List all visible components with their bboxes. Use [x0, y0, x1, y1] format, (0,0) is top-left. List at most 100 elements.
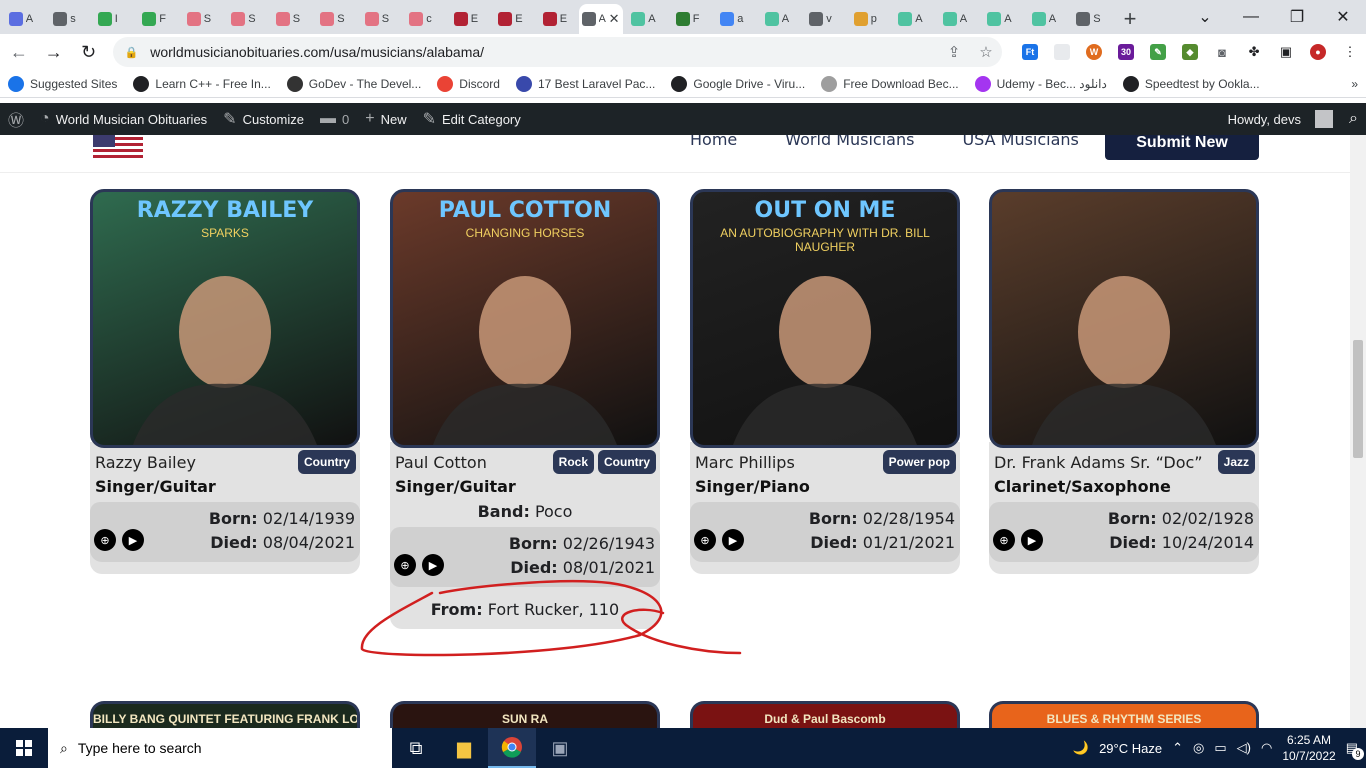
bookmark-item[interactable]: 17 Best Laravel Pac... [508, 75, 663, 92]
bookmark-star-icon[interactable]: ☆ [970, 43, 1002, 61]
weather-icon[interactable]: 🌙 [1073, 740, 1089, 756]
browser-tab[interactable]: A [934, 4, 979, 34]
browser-tab[interactable]: A [890, 4, 935, 34]
volume-icon[interactable]: ◁) [1237, 740, 1251, 756]
musician-name[interactable]: Marc Phillips [695, 453, 795, 472]
battery-icon[interactable]: ▭ [1214, 740, 1226, 756]
extension-wp-icon[interactable]: W [1078, 38, 1110, 66]
close-window-icon[interactable]: ✕ [1320, 7, 1366, 27]
wp-edit-category-link[interactable]: ✎ Edit Category [415, 103, 529, 135]
bookmark-item[interactable]: Learn C++ - Free In... [125, 75, 278, 92]
restore-icon[interactable]: ❐ [1274, 7, 1320, 27]
nav-link[interactable]: Home [690, 135, 737, 149]
extension-cube-icon[interactable]: ◆ [1174, 38, 1206, 66]
genre-badge[interactable]: Jazz [1217, 450, 1255, 474]
browser-tab[interactable]: F [134, 4, 179, 34]
musician-name[interactable]: Dr. Frank Adams Sr. “Doc” [994, 453, 1203, 472]
musician-photo[interactable]: OUT ON ME AN AUTOBIOGRAPHY WITH DR. BILL… [690, 189, 960, 448]
file-explorer-icon[interactable]: ▆ [440, 728, 488, 768]
extension-ft-icon[interactable]: Ft [1014, 38, 1046, 66]
wp-logo-icon[interactable]: Ⓦ [0, 103, 32, 135]
extensions-puzzle-icon[interactable]: ✤ [1238, 38, 1270, 66]
browser-tab[interactable]: E [534, 4, 579, 34]
browser-tab[interactable]: A [756, 4, 801, 34]
browser-tab[interactable]: S [178, 4, 223, 34]
musician-name[interactable]: Razzy Bailey [95, 453, 196, 472]
reload-icon[interactable]: ↻ [73, 36, 105, 68]
musician-card-photo[interactable]: BILLY BANG QUINTET FEATURING FRANK LOWE [90, 701, 360, 728]
extension-mortarboard-icon[interactable]: 30 [1110, 38, 1142, 66]
minimize-icon[interactable]: — [1228, 8, 1274, 26]
browser-tab[interactable]: a [712, 4, 757, 34]
musician-name[interactable]: Paul Cotton [395, 453, 487, 472]
musician-photo[interactable]: RAZZY BAILEY SPARKS [90, 189, 360, 448]
browser-tab[interactable]: A [1023, 4, 1068, 34]
browser-tab[interactable]: S [1068, 4, 1113, 34]
browser-tab[interactable]: S [267, 4, 312, 34]
website-globe-icon[interactable]: ⊕ [694, 529, 716, 551]
site-logo-flag-icon[interactable] [93, 135, 143, 159]
extension-blank-icon[interactable] [1046, 38, 1078, 66]
wp-site-link[interactable]: ◔ World Musician Obituaries [32, 103, 215, 135]
extension-eyedropper-icon[interactable]: ✎ [1142, 38, 1174, 66]
browser-tab[interactable]: s [45, 4, 90, 34]
musician-photo[interactable]: PAUL COTTON CHANGING HORSES [390, 189, 660, 448]
wp-search-icon[interactable]: ⌕ [1341, 103, 1366, 135]
browser-tab[interactable]: A ✕ [578, 4, 623, 34]
nav-link[interactable]: USA Musicians [962, 135, 1078, 149]
genre-badge[interactable]: Rock [552, 450, 594, 474]
youtube-icon[interactable]: ▶ [1021, 529, 1043, 551]
browser-tab[interactable]: c [401, 4, 446, 34]
wp-customize-link[interactable]: ✎ Customize [215, 103, 312, 135]
genre-badge[interactable]: Power pop [882, 450, 956, 474]
wp-new-link[interactable]: + New [357, 103, 414, 135]
lock-icon[interactable]: 🔒 [125, 46, 139, 59]
bookmark-item[interactable]: Suggested Sites [0, 75, 125, 92]
youtube-icon[interactable]: ▶ [122, 529, 144, 551]
chrome-icon[interactable] [488, 728, 536, 768]
genre-badge[interactable]: Country [298, 450, 356, 474]
genre-badge[interactable]: Country [598, 450, 656, 474]
camera-icon[interactable]: ◙ [1206, 38, 1238, 66]
bookmark-item[interactable]: GoDev - The Devel... [279, 75, 430, 92]
task-view-icon[interactable]: ⧉ [392, 728, 440, 768]
bookmark-item[interactable]: Speedtest by Ookla... [1115, 75, 1268, 92]
website-globe-icon[interactable]: ⊕ [993, 529, 1015, 551]
back-arrow-icon[interactable]: ← [3, 36, 35, 68]
forward-arrow-icon[interactable]: → [38, 36, 70, 68]
musician-card-photo[interactable]: SUN RA [390, 701, 660, 728]
musician-card[interactable]: RAZZY BAILEY SPARKS Razzy Bailey Country… [90, 189, 360, 574]
musician-card-photo[interactable]: Dud & Paul Bascomb [690, 701, 960, 728]
profile-avatar-icon[interactable]: ● [1302, 38, 1334, 66]
wifi-icon[interactable]: ◠ [1261, 740, 1272, 756]
musician-card[interactable]: OUT ON ME AN AUTOBIOGRAPHY WITH DR. BILL… [690, 189, 960, 574]
page-scrollbar[interactable] [1350, 135, 1366, 728]
clock[interactable]: 6:25 AM 10/7/2022 [1282, 732, 1335, 764]
youtube-icon[interactable]: ▶ [422, 554, 444, 576]
scrollbar-thumb[interactable] [1353, 340, 1363, 458]
wp-howdy-menu[interactable]: Howdy, devs [1220, 103, 1341, 135]
tray-chevron-icon[interactable]: ⌃ [1172, 740, 1183, 756]
submit-new-button[interactable]: Submit New [1105, 135, 1259, 160]
camera-tray-icon[interactable]: ◎ [1193, 740, 1204, 756]
musician-card[interactable]: PAUL COTTON CHANGING HORSES Paul Cotton … [390, 189, 660, 629]
browser-tab[interactable]: I [89, 4, 134, 34]
nav-link[interactable]: World Musicians [785, 135, 914, 149]
address-bar[interactable]: 🔒 worldmusicianobituaries.com/usa/musici… [112, 37, 1003, 67]
wp-comments-link[interactable]: ▬ 0 [312, 103, 357, 135]
browser-tab[interactable]: S [356, 4, 401, 34]
browser-tab[interactable]: A [623, 4, 668, 34]
side-panel-icon[interactable]: ▣ [1270, 38, 1302, 66]
browser-tab[interactable]: A [0, 4, 45, 34]
bookmark-item[interactable]: Udemy - Bec... دانلود [967, 75, 1115, 92]
browser-tab[interactable]: S [223, 4, 268, 34]
notification-icon[interactable]: ▤ 9 [1346, 740, 1364, 760]
musician-card[interactable]: Dr. Frank Adams Sr. “Doc” Jazz Clarinet/… [989, 189, 1259, 574]
browser-tab[interactable]: S [312, 4, 357, 34]
browser-tab[interactable]: A [979, 4, 1024, 34]
tab-search-chevron-icon[interactable]: ⌄ [1182, 7, 1228, 27]
weather-text[interactable]: 29°C Haze [1099, 741, 1162, 756]
bookmark-item[interactable]: Google Drive - Viru... [663, 75, 813, 92]
new-tab-button[interactable]: + [1112, 4, 1148, 34]
menu-kebab-icon[interactable]: ⋮ [1334, 38, 1366, 66]
